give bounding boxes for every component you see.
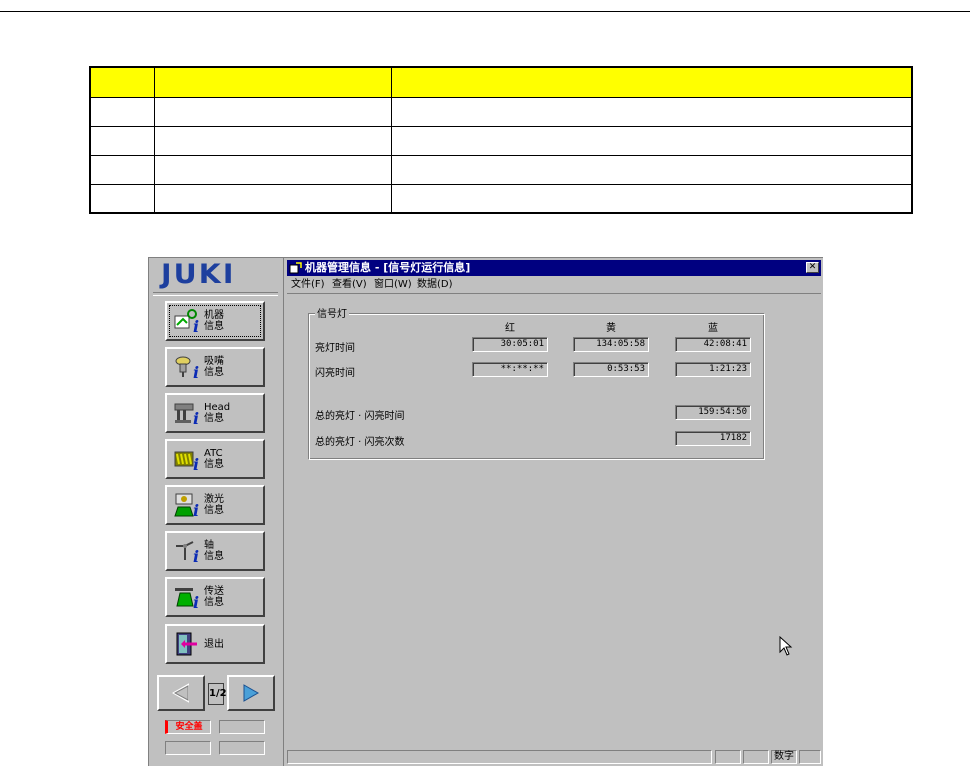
- top-rule: [0, 11, 970, 12]
- value-field: **:**:**: [472, 362, 548, 377]
- doc-table-cell: [390, 154, 913, 185]
- doc-table-cell: [89, 183, 155, 214]
- doc-table-row: [89, 96, 913, 127]
- sidebar-button-label: 传送 信息: [204, 586, 224, 608]
- sidebar-button-label: 吸嘴 信息: [204, 356, 224, 378]
- doc-table: [89, 66, 913, 214]
- doc-table-row: [89, 125, 913, 156]
- window-app-icon: [289, 262, 302, 274]
- status-cell: [743, 750, 769, 764]
- status-mode: 数字: [771, 750, 797, 764]
- laser-info-icon: i: [171, 491, 201, 519]
- total-time-value: 159:54:50: [675, 405, 751, 420]
- column-red: 红: [505, 323, 515, 334]
- window-titlebar: 机器管理信息 - [信号灯运行信息] ✕: [287, 260, 821, 276]
- sidebar-button-label: 机器 信息: [204, 310, 224, 332]
- doc-table-cell: [390, 66, 913, 98]
- doc-table-cell: [390, 125, 913, 156]
- doc-table-cell: [153, 154, 392, 185]
- arrow-right-icon: [243, 684, 260, 702]
- window-title: 机器管理信息 - [信号灯运行信息]: [305, 261, 471, 274]
- doc-table-cell: [89, 154, 155, 185]
- arrow-left-icon: [171, 683, 189, 703]
- app-screenshot: JUKI i 机器 信息 i 吸嘴 信息 i Head 信息 i ATC 信息 …: [148, 257, 823, 766]
- sidebar-button-label: ATC 信息: [204, 448, 224, 470]
- atc-info-button[interactable]: i ATC 信息: [165, 439, 265, 479]
- doc-table-cell: [153, 125, 392, 156]
- axis-info-icon: i: [171, 537, 201, 565]
- value-field: 1:21:23: [675, 362, 751, 377]
- sidebar: JUKI i 机器 信息 i 吸嘴 信息 i Head 信息 i ATC 信息 …: [149, 258, 284, 766]
- doc-table-cell: [390, 96, 913, 127]
- status-cell: [799, 750, 821, 764]
- axis-info-button[interactable]: i 轴 信息: [165, 531, 265, 571]
- logo-divider: [153, 292, 278, 296]
- page-indicator: 1/2: [208, 683, 227, 705]
- status-bar: 数字: [287, 748, 821, 765]
- status-cell: [287, 750, 712, 764]
- close-button[interactable]: ✕: [806, 262, 819, 273]
- column-yellow: 黄: [606, 323, 616, 334]
- nozzle-info-icon: i: [171, 353, 201, 381]
- head-info-icon: i: [171, 399, 201, 427]
- value-field: 42:08:41: [675, 337, 751, 352]
- row-label-on-time: 亮灯时间: [315, 343, 355, 354]
- total-count-label: 总的亮灯 · 闪亮次数: [315, 437, 405, 448]
- doc-table-row: [89, 183, 913, 214]
- menu-bar: 文件(F) 查看(V) 窗口(W) 数据(D): [287, 277, 821, 294]
- main-window: 机器管理信息 - [信号灯运行信息] ✕ 文件(F) 查看(V) 窗口(W) 数…: [285, 258, 823, 766]
- menu-view[interactable]: 查看(V): [332, 278, 367, 292]
- menu-data[interactable]: 数据(D): [417, 278, 453, 292]
- group-title: 信号灯: [315, 305, 349, 320]
- page-navigation: 1/2: [157, 675, 275, 713]
- atc-info-icon: i: [171, 445, 201, 473]
- total-count-value: 17182: [675, 431, 751, 446]
- mouse-cursor-icon: [779, 636, 793, 656]
- doc-table-cell: [89, 96, 155, 127]
- status-indicator: [219, 720, 265, 734]
- conveyor-info-button[interactable]: i 传送 信息: [165, 577, 265, 617]
- column-blue: 蓝: [708, 323, 718, 334]
- nozzle-info-button[interactable]: i 吸嘴 信息: [165, 347, 265, 387]
- machine-info-icon: i: [171, 307, 201, 335]
- sidebar-button-label: 激光 信息: [204, 494, 224, 516]
- doc-table-cell: [153, 66, 392, 98]
- head-info-button[interactable]: i Head 信息: [165, 393, 265, 433]
- sidebar-button-label: 退出: [204, 638, 224, 650]
- sidebar-button-label: Head 信息: [204, 402, 231, 424]
- sidebar-button-label: 轴 信息: [204, 540, 224, 562]
- menu-window[interactable]: 窗口(W): [374, 278, 412, 292]
- doc-table-cell: [390, 183, 913, 214]
- total-time-label: 总的亮灯 · 闪亮时间: [315, 411, 405, 422]
- doc-table-cell: [89, 125, 155, 156]
- value-field: 0:53:53: [573, 362, 649, 377]
- laser-info-button[interactable]: i 激光 信息: [165, 485, 265, 525]
- exit-icon: [171, 630, 201, 658]
- doc-table-header-row: [89, 66, 913, 98]
- close-icon: ✕: [808, 262, 817, 272]
- conveyor-info-icon: i: [171, 583, 201, 611]
- exit-button[interactable]: 退出: [165, 624, 265, 664]
- safety-cover-indicator: 安全盖: [165, 720, 211, 734]
- doc-table-row: [89, 154, 913, 185]
- row-label-blink-time: 闪亮时间: [315, 368, 355, 379]
- value-field: 30:05:01: [472, 337, 548, 352]
- next-page-button[interactable]: [227, 675, 275, 711]
- doc-table-cell: [89, 66, 155, 98]
- prev-page-button[interactable]: [157, 675, 205, 711]
- doc-table-cell: [153, 183, 392, 214]
- value-field: 134:05:58: [573, 337, 649, 352]
- status-cell: [715, 750, 741, 764]
- machine-info-button[interactable]: i 机器 信息: [165, 301, 265, 341]
- juki-logo: JUKI: [161, 259, 236, 290]
- doc-table-cell: [153, 96, 392, 127]
- status-indicator: [219, 741, 265, 755]
- status-indicator: [165, 741, 211, 755]
- menu-file[interactable]: 文件(F): [291, 278, 325, 292]
